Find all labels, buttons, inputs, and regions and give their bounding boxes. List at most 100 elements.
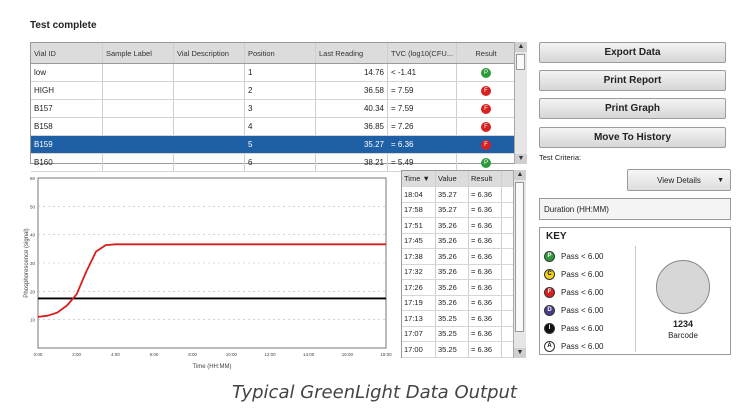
table-cell: = 6.36 (469, 218, 502, 233)
table-cell (103, 100, 174, 117)
table-cell (103, 64, 174, 81)
result-column-header[interactable]: Result (469, 171, 502, 186)
scroll-up-icon[interactable]: ▲ (514, 170, 526, 180)
vial-table: Vial ID Sample Label Vial Description Po… (30, 42, 516, 172)
reading-history-scrollbar[interactable]: ▲ ▼ (513, 170, 526, 358)
table-cell: 17:38 (402, 249, 436, 264)
export-data-button[interactable]: Export Data (539, 42, 726, 63)
scroll-down-icon[interactable]: ▼ (515, 154, 527, 164)
x-tick-label: 10:00 (226, 352, 238, 357)
scroll-up-icon[interactable]: ▲ (515, 42, 527, 52)
table-row[interactable]: 17:19 35.26 = 6.36 (402, 295, 514, 311)
table-cell (174, 154, 245, 171)
x-tick-label: 16:00 (342, 352, 354, 357)
table-row[interactable]: 17:58 35.27 = 6.36 (402, 202, 514, 218)
table-row[interactable]: 17:45 35.26 = 6.36 (402, 233, 514, 249)
table-row[interactable]: 17:26 35.26 = 6.36 (402, 280, 514, 296)
table-cell: 5 (245, 136, 316, 153)
table-row[interactable]: 17:51 35.26 = 6.36 (402, 218, 514, 234)
table-cell (103, 118, 174, 135)
table-row[interactable]: B159 5 35.27 = 6.36 F (31, 136, 515, 154)
result-cell: F (457, 100, 515, 117)
result-cell: P (457, 64, 515, 81)
table-cell (174, 82, 245, 99)
y-tick-label: 10 (30, 318, 36, 323)
table-cell: 35.25 (436, 326, 469, 341)
chevron-down-icon: ▼ (717, 176, 724, 184)
print-graph-button[interactable]: Print Graph (539, 98, 726, 119)
table-cell: low (31, 64, 103, 81)
table-cell: 35.26 (436, 249, 469, 264)
column-header[interactable]: Vial Description (174, 43, 245, 63)
column-header[interactable]: Sample Label (103, 43, 174, 63)
y-tick-label: 60 (30, 176, 36, 181)
table-cell: 35.27 (436, 187, 469, 202)
table-cell: = 6.36 (469, 280, 502, 295)
key-item: F Pass < 6.00 (544, 284, 634, 300)
column-header[interactable]: Result (457, 43, 515, 63)
status-dot-icon: C (544, 268, 555, 280)
column-header[interactable]: Position (245, 43, 316, 63)
table-cell: = 6.36 (469, 249, 502, 264)
table-row[interactable]: B157 3 40.34 = 7.59 F (31, 100, 515, 118)
table-cell: 17:07 (402, 326, 436, 341)
status-dot-icon: A (544, 340, 555, 352)
result-cell: P (457, 154, 515, 171)
scroll-thumb[interactable] (516, 54, 525, 70)
x-tick-label: 8:00 (188, 352, 197, 357)
table-cell: = 6.36 (469, 295, 502, 310)
table-cell: 4 (245, 118, 316, 135)
status-dot-icon: F (544, 286, 555, 298)
column-header[interactable]: Vial ID (31, 43, 103, 63)
x-tick-label: 4:00 (111, 352, 120, 357)
test-criteria-label: Test Criteria: (539, 153, 582, 162)
table-cell: 3 (245, 100, 316, 117)
table-cell: 35.27 (436, 202, 469, 217)
key-title: KEY (546, 231, 567, 242)
table-row[interactable]: 17:13 35.25 = 6.36 (402, 311, 514, 327)
table-row[interactable]: low 1 14.76 < -1.41 P (31, 64, 515, 82)
table-cell (103, 136, 174, 153)
table-cell: B159 (31, 136, 103, 153)
vial-table-scrollbar[interactable]: ▲ ▼ (514, 42, 527, 164)
x-axis-label: Time (HH:MM) (192, 364, 231, 370)
key-item-label: Pass < 6.00 (561, 287, 604, 297)
print-report-button[interactable]: Print Report (539, 70, 726, 91)
result-cell: F (457, 136, 515, 153)
table-cell: 35.26 (436, 233, 469, 248)
table-cell: 35.26 (436, 280, 469, 295)
table-cell: 18:04 (402, 187, 436, 202)
table-row[interactable]: HIGH 2 36.58 = 7.59 F (31, 82, 515, 100)
column-header[interactable]: TVC (log10(CFU... (388, 43, 457, 63)
table-cell: = 6.36 (469, 311, 502, 326)
key-item-label: Pass < 6.00 (561, 305, 604, 315)
scroll-thumb[interactable] (515, 182, 524, 332)
result-status-icon: F (481, 139, 491, 150)
y-tick-label: 50 (30, 204, 36, 209)
x-tick-label: 0:00 (34, 352, 43, 357)
time-column-header[interactable]: Time ▼ (402, 171, 436, 186)
scroll-down-icon[interactable]: ▼ (514, 348, 526, 358)
table-row[interactable]: B158 4 36.85 = 7.26 F (31, 118, 515, 136)
table-cell: = 7.59 (388, 82, 457, 99)
table-cell (103, 154, 174, 171)
table-cell: 35.27 (316, 136, 388, 153)
table-row[interactable]: 18:04 35.27 = 6.36 (402, 187, 514, 203)
table-cell (174, 100, 245, 117)
y-tick-label: 20 (30, 289, 36, 294)
table-row[interactable]: 17:38 35.26 = 6.36 (402, 249, 514, 265)
table-row[interactable]: 17:00 35.25 = 6.36 (402, 342, 514, 358)
table-cell: 35.25 (436, 342, 469, 357)
caption: Typical GreenLight Data Output (232, 382, 517, 403)
view-details-label: View Details (657, 175, 701, 185)
table-cell: 1 (245, 64, 316, 81)
column-header[interactable]: Last Reading (316, 43, 388, 63)
table-row[interactable]: 17:32 35.26 = 6.36 (402, 264, 514, 280)
page-title: Test complete (30, 20, 97, 31)
x-tick-label: 12:00 (264, 352, 276, 357)
move-to-history-button[interactable]: Move To History (539, 127, 726, 148)
table-cell: 6 (245, 154, 316, 171)
table-row[interactable]: 17:07 35.25 = 6.36 (402, 326, 514, 342)
value-column-header[interactable]: Value (436, 171, 469, 186)
view-details-dropdown[interactable]: View Details ▼ (627, 169, 731, 191)
